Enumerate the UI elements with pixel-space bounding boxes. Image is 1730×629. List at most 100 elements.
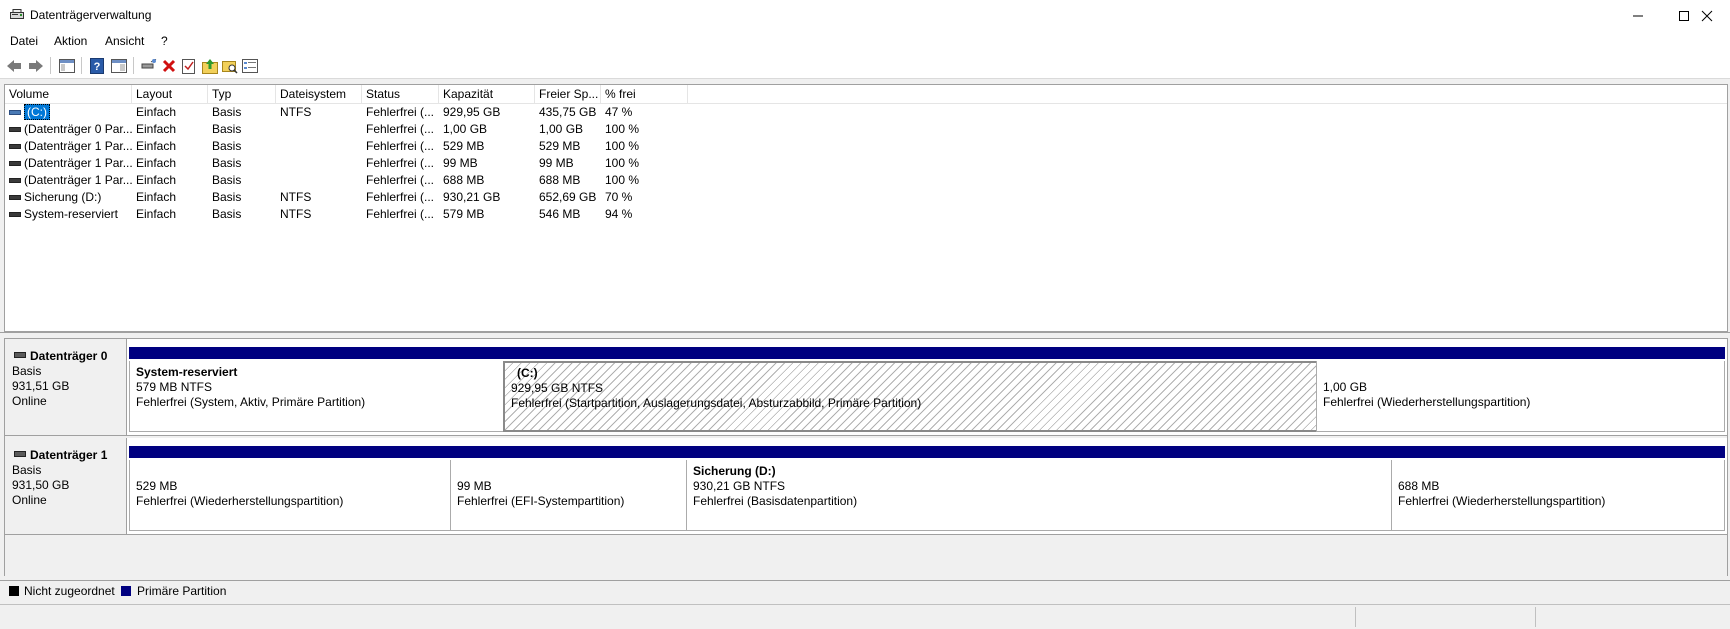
minimize-button[interactable] bbox=[1615, 0, 1661, 31]
show-hide-button[interactable] bbox=[110, 57, 127, 74]
disk-size: 931,51 GB bbox=[12, 379, 70, 393]
column-header-layout[interactable]: Layout bbox=[132, 85, 208, 103]
forward-icon bbox=[28, 59, 43, 72]
partition-system-reserved[interactable]: System-reserviert 579 MB NTFS Fehlerfrei… bbox=[129, 347, 504, 432]
primary-partition-bar bbox=[450, 446, 687, 458]
menu-help[interactable]: ? bbox=[161, 34, 168, 48]
properties-icon bbox=[181, 58, 195, 74]
partition-c[interactable]: (C:) 929,95 GB NTFS Fehlerfrei (Startpar… bbox=[503, 347, 1318, 432]
table-cell: 546 MB bbox=[539, 207, 581, 221]
table-cell: Basis bbox=[212, 207, 242, 221]
table-cell: NTFS bbox=[280, 207, 312, 221]
table-cell: (Datenträger 0 Par... bbox=[24, 122, 132, 136]
toolbar-separator bbox=[81, 57, 82, 74]
table-cell: 70 % bbox=[605, 190, 633, 204]
table-cell: Basis bbox=[212, 139, 242, 153]
status-divider bbox=[1355, 607, 1356, 627]
disk-type: Basis bbox=[12, 463, 42, 477]
partition-title: Sicherung (D:) bbox=[693, 464, 776, 478]
show-hide-icon bbox=[110, 58, 127, 73]
table-cell: NTFS bbox=[280, 105, 312, 119]
table-cell: Fehlerfrei (... bbox=[366, 190, 435, 204]
partition-size: 529 MB bbox=[136, 479, 178, 493]
pane-splitter[interactable] bbox=[0, 332, 1730, 337]
partition-recovery-0[interactable]: 1,00 GB Fehlerfrei (Wiederherstellungspa… bbox=[1316, 347, 1725, 432]
help-button[interactable]: ? bbox=[88, 57, 105, 74]
column-header-kapazitaet[interactable]: Kapazität bbox=[439, 85, 535, 103]
disk-row-1: Datenträger 1 Basis 931,50 GB Online 529… bbox=[5, 438, 1727, 534]
column-header-volume[interactable]: Volume bbox=[5, 85, 132, 103]
console-tree-button[interactable] bbox=[58, 57, 75, 74]
table-row[interactable]: (Datenträger 1 Par... Einfach Basis Fehl… bbox=[5, 172, 1727, 189]
primary-partition-bar bbox=[503, 347, 1318, 359]
menu-ansicht[interactable]: Ansicht bbox=[105, 34, 144, 48]
legend-swatch-primary bbox=[121, 586, 131, 596]
column-header-typ[interactable]: Typ bbox=[208, 85, 276, 103]
table-row[interactable]: System-reserviert Einfach Basis NTFS Feh… bbox=[5, 206, 1727, 223]
disk-graphical-view: Datenträger 0 Basis 931,51 GB Online Sys… bbox=[4, 338, 1728, 576]
table-cell: 930,21 GB bbox=[443, 190, 501, 204]
table-row[interactable]: (C:) Einfach Basis NTFS Fehlerfrei (... … bbox=[5, 104, 1727, 121]
toolbar-separator bbox=[133, 57, 134, 74]
disk-icon bbox=[14, 352, 26, 358]
table-row[interactable]: (Datenträger 1 Par... Einfach Basis Fehl… bbox=[5, 138, 1727, 155]
partition-recovery-529[interactable]: 529 MB Fehlerfrei (Wiederherstellungspar… bbox=[129, 446, 451, 531]
table-row[interactable]: (Datenträger 0 Par... Einfach Basis Fehl… bbox=[5, 121, 1727, 138]
menu-aktion[interactable]: Aktion bbox=[54, 34, 87, 48]
table-row[interactable]: (Datenträger 1 Par... Einfach Basis Fehl… bbox=[5, 155, 1727, 172]
column-header-prozent-frei[interactable]: % frei bbox=[601, 85, 688, 103]
volume-list[interactable]: Volume Layout Typ Dateisystem Status Kap… bbox=[4, 84, 1728, 332]
properties-button[interactable] bbox=[180, 57, 197, 74]
search-icon bbox=[221, 60, 238, 74]
forward-button[interactable] bbox=[27, 57, 44, 74]
column-header-dateisystem[interactable]: Dateisystem bbox=[276, 85, 362, 103]
partition-sicherung-d[interactable]: Sicherung (D:) 930,21 GB NTFS Fehlerfrei… bbox=[686, 446, 1392, 531]
column-header-status[interactable]: Status bbox=[362, 85, 439, 103]
delete-button[interactable] bbox=[160, 57, 177, 74]
table-cell: (Datenträger 1 Par... bbox=[24, 173, 132, 187]
table-cell: (Datenträger 1 Par... bbox=[24, 139, 132, 153]
table-cell: 688 MB bbox=[443, 173, 485, 187]
table-cell: 47 % bbox=[605, 105, 633, 119]
table-cell: Basis bbox=[212, 173, 242, 187]
table-cell: Basis bbox=[212, 190, 242, 204]
export-button[interactable] bbox=[201, 57, 218, 74]
partition-status: Fehlerfrei (Startpartition, Auslagerungs… bbox=[511, 396, 922, 410]
column-header-freier-speicher[interactable]: Freier Sp... bbox=[535, 85, 601, 103]
legend-label-primary: Primäre Partition bbox=[137, 584, 227, 598]
table-cell: 652,69 GB bbox=[539, 190, 597, 204]
disk-icon bbox=[14, 451, 26, 457]
table-cell: Einfach bbox=[136, 190, 177, 204]
disk-info-0[interactable]: Datenträger 0 Basis 931,51 GB Online bbox=[5, 339, 127, 435]
volume-icon bbox=[9, 127, 21, 133]
table-row[interactable]: Sicherung (D:) Einfach Basis NTFS Fehler… bbox=[5, 189, 1727, 206]
table-cell: (C:) bbox=[24, 104, 50, 120]
volume-icon bbox=[9, 161, 21, 167]
search-button[interactable] bbox=[221, 57, 238, 74]
table-cell: Basis bbox=[212, 122, 242, 136]
settings-button[interactable] bbox=[241, 57, 258, 74]
table-cell: Fehlerfrei (... bbox=[366, 173, 435, 187]
primary-partition-bar bbox=[686, 446, 1392, 458]
close-button[interactable] bbox=[1684, 0, 1730, 31]
disk-state: Online bbox=[12, 394, 47, 408]
toolbar-separator bbox=[50, 57, 51, 74]
table-cell: 99 MB bbox=[443, 156, 478, 170]
close-icon bbox=[1701, 10, 1713, 21]
primary-partition-bar bbox=[129, 347, 504, 359]
partition-efi[interactable]: 99 MB Fehlerfrei (EFI-Systempartition) bbox=[450, 446, 687, 531]
table-cell bbox=[276, 172, 362, 189]
back-button[interactable] bbox=[5, 57, 22, 74]
menu-datei[interactable]: Datei bbox=[10, 34, 38, 48]
volume-icon bbox=[9, 144, 21, 150]
volume-icon bbox=[9, 110, 21, 116]
disk-view-empty-area bbox=[5, 534, 1727, 576]
table-cell: Einfach bbox=[136, 105, 177, 119]
connect-button[interactable] bbox=[140, 57, 157, 74]
table-cell: 688 MB bbox=[539, 173, 581, 187]
partition-size: 930,21 GB NTFS bbox=[693, 479, 786, 493]
partition-recovery-688[interactable]: 688 MB Fehlerfrei (Wiederherstellungspar… bbox=[1391, 446, 1725, 531]
disk-info-1[interactable]: Datenträger 1 Basis 931,50 GB Online bbox=[5, 438, 127, 534]
table-cell: 100 % bbox=[605, 156, 640, 170]
table-cell: Fehlerfrei (... bbox=[366, 122, 435, 136]
